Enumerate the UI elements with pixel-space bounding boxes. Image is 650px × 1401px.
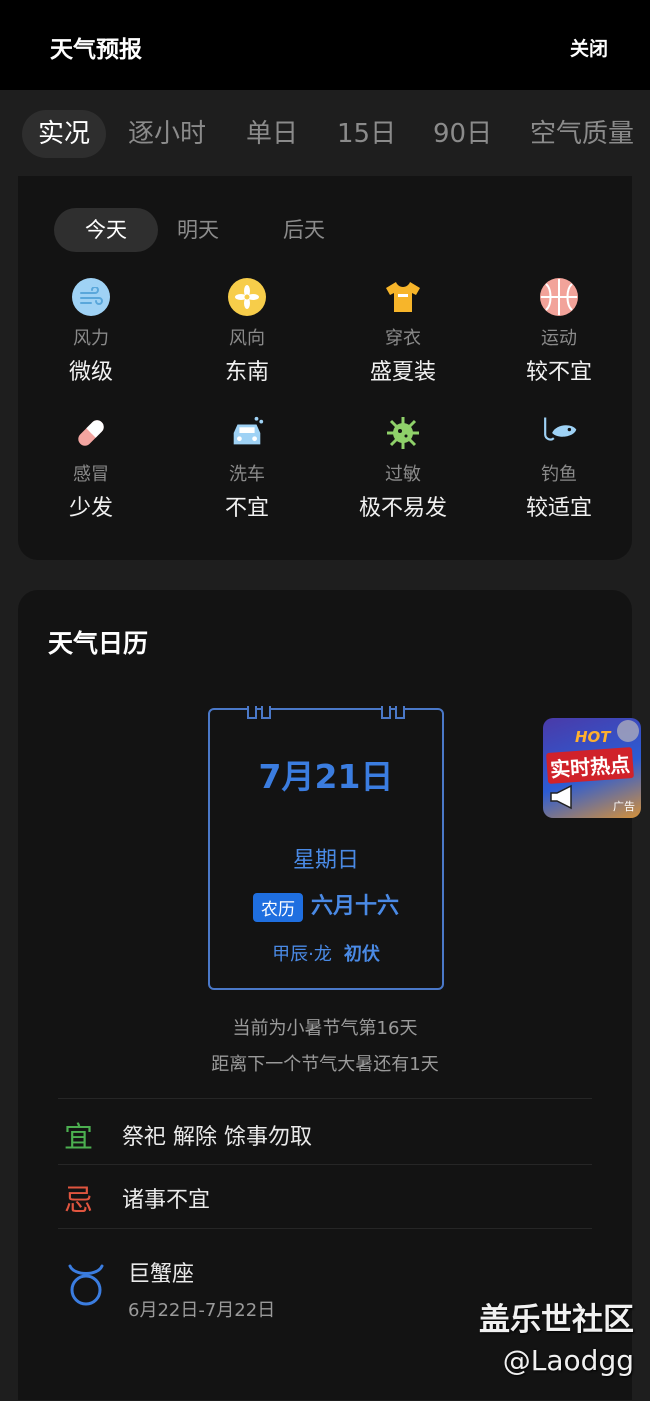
index-value: 盛夏装 [369, 360, 436, 385]
index-value: 不宜 [224, 496, 269, 521]
tab-90-day[interactable]: 90日 [433, 110, 492, 158]
tab-hourly[interactable]: 逐小时 [128, 110, 206, 158]
binder-ring-icon [381, 706, 405, 719]
index-sport[interactable]: 运动 较不宜 [486, 278, 632, 386]
megaphone-icon [550, 784, 572, 810]
tab-live[interactable]: 实况 [22, 110, 107, 158]
lunar-badge: 农历 [252, 892, 303, 922]
index-value: 较不宜 [525, 360, 592, 385]
yi-text: 祭祀 解除 馀事勿取 [122, 1125, 312, 1150]
watermark-title: 盖乐世社区 [479, 1302, 634, 1338]
index-value: 少发 [68, 496, 113, 521]
life-index-card: 今天 明天 后天 风力 微级 风向 东南 穿衣 盛夏装 运动 较不宜 感冒 少发… [18, 176, 632, 560]
calendar-page[interactable]: 7月21日 星期日 农历 六月十六 甲辰·龙 初伏 [208, 706, 444, 990]
divider [58, 1164, 592, 1165]
pill-icon [72, 414, 110, 452]
index-label: 风力 [73, 328, 109, 349]
ad-text: 实时热点 [546, 747, 634, 784]
ad-tag: 广告 [613, 800, 635, 813]
index-label: 钓鱼 [541, 464, 577, 485]
solar-term-current: 当前为小暑节气第16天 [232, 1018, 418, 1039]
index-car-wash[interactable]: 洗车 不宜 [174, 414, 320, 522]
index-wind-force[interactable]: 风力 微级 [18, 278, 164, 386]
tab-single-day[interactable]: 单日 [246, 110, 298, 158]
top-bar: 天气预报 关闭 [0, 0, 650, 90]
index-label: 过敏 [385, 464, 421, 485]
index-cold[interactable]: 感冒 少发 [18, 414, 164, 522]
index-allergy[interactable]: 过敏 极不易发 [330, 414, 476, 522]
main-tabs: 实况 逐小时 单日 15日 90日 空气质量 [0, 90, 650, 176]
watermark-handle: @Laodgg [502, 1344, 634, 1377]
divider [58, 1098, 592, 1099]
wind-icon [72, 278, 110, 316]
fish-icon [540, 414, 578, 452]
index-value: 极不易发 [358, 496, 447, 521]
index-fishing[interactable]: 钓鱼 较适宜 [486, 414, 632, 522]
zodiac-name: 巨蟹座 [128, 1262, 195, 1287]
lunar-date: 六月十六 [310, 894, 399, 919]
index-value: 东南 [224, 360, 269, 385]
day-tab-today[interactable]: 今天 [54, 208, 158, 252]
index-value: 微级 [68, 360, 113, 385]
taurus-zodiac-icon [68, 1264, 104, 1306]
index-clothing[interactable]: 穿衣 盛夏装 [330, 278, 476, 386]
index-label: 感冒 [73, 464, 109, 485]
divider [58, 1228, 592, 1229]
tab-15-day[interactable]: 15日 [337, 110, 396, 158]
index-label: 洗车 [229, 464, 265, 485]
close-button[interactable]: 关闭 [570, 34, 608, 61]
yi-label: 宜 [64, 1120, 94, 1154]
tshirt-icon [384, 278, 422, 316]
index-value: 较适宜 [525, 496, 592, 521]
hot-news-ad[interactable]: HOT 实时热点 广告 [543, 718, 641, 818]
virus-icon [384, 414, 422, 452]
index-label: 穿衣 [385, 328, 421, 349]
calendar-weekday: 星期日 [292, 848, 359, 873]
ganzhi-row: 甲辰·龙 初伏 [210, 940, 442, 966]
ganzhi: 甲辰·龙 [272, 944, 332, 965]
index-label: 风向 [229, 328, 265, 349]
tab-air-quality[interactable]: 空气质量 [530, 110, 634, 158]
calendar-title: 天气日历 [48, 629, 149, 658]
car-icon [228, 414, 266, 452]
ji-label: 忌 [64, 1183, 94, 1217]
basketball-icon [540, 278, 578, 316]
fan-icon [228, 278, 266, 316]
index-label: 运动 [541, 328, 577, 349]
index-wind-direction[interactable]: 风向 东南 [174, 278, 320, 386]
ji-text: 诸事不宜 [122, 1188, 211, 1213]
season-tag: 初伏 [343, 944, 380, 965]
zodiac-range: 6月22日-7月22日 [128, 1300, 276, 1321]
day-tab-day-after[interactable]: 后天 [252, 208, 356, 252]
calendar-date: 7月21日 [258, 757, 394, 796]
page-title: 天气预报 [50, 37, 142, 63]
ad-close-icon[interactable] [617, 720, 639, 742]
ad-hot-label: HOT [575, 728, 611, 746]
lunar-date-row: 农历 六月十六 [210, 888, 442, 922]
binder-ring-icon [247, 706, 271, 719]
weather-calendar-card: 天气日历 7月21日 星期日 农历 六月十六 甲辰·龙 初伏 当前为小暑节气第16天… [18, 590, 632, 1400]
day-tab-tomorrow[interactable]: 明天 [146, 208, 250, 252]
solar-term-next: 距离下一个节气大暑还有1天 [211, 1054, 439, 1075]
